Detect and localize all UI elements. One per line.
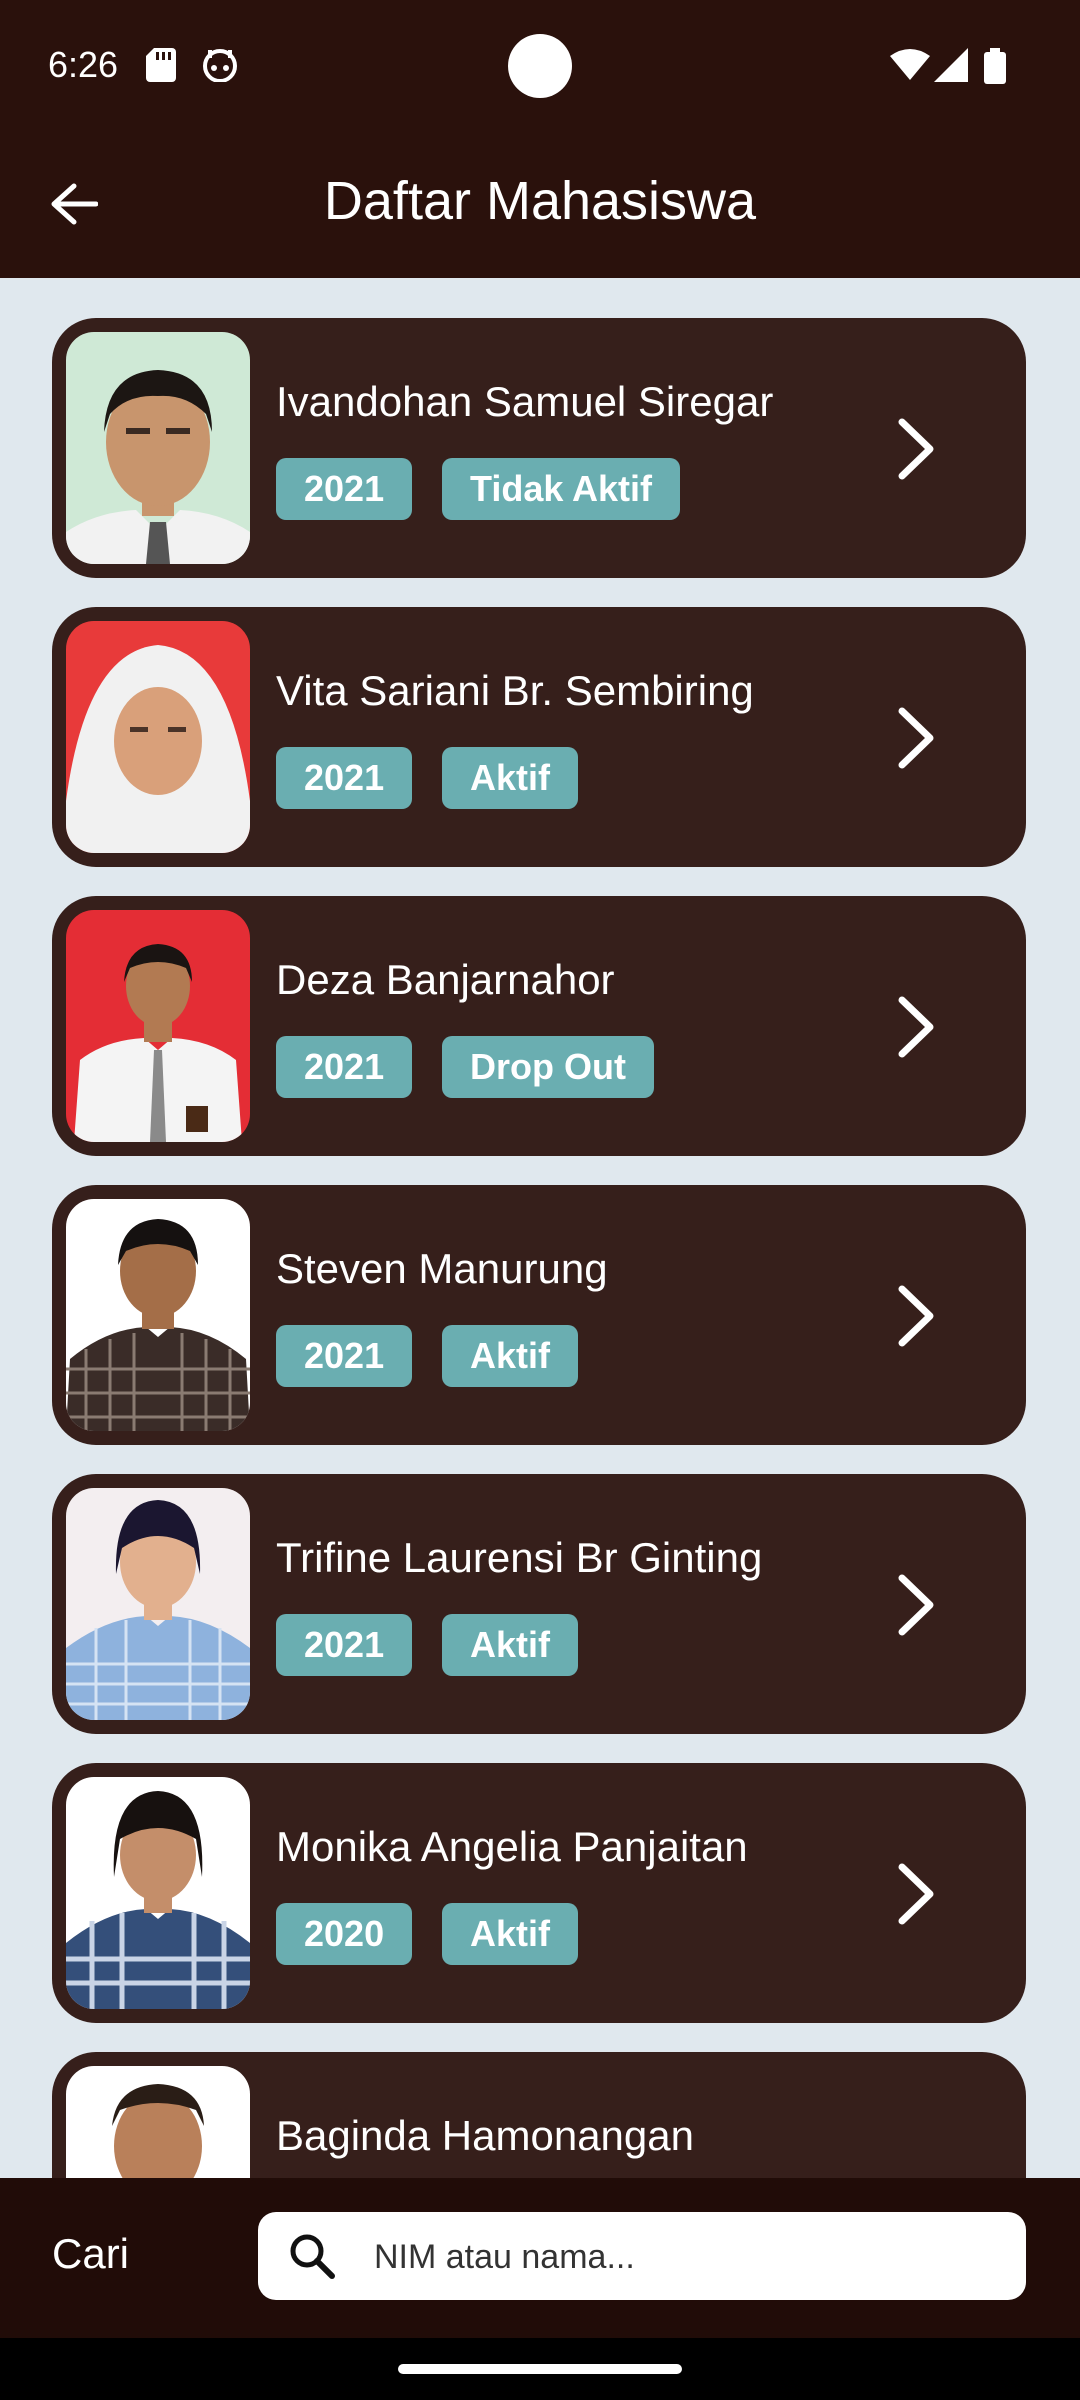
battery-icon	[984, 48, 1006, 84]
student-photo	[66, 621, 250, 853]
year-badge: 2021	[276, 458, 413, 520]
chevron-right-icon	[898, 418, 934, 480]
app-bar: Daftar Mahasiswa	[0, 130, 1080, 278]
status-badge: Aktif	[442, 1903, 578, 1965]
chevron-right-icon	[898, 707, 934, 769]
year-badge: 2021	[276, 1325, 413, 1387]
system-nav-bar	[0, 2338, 1080, 2400]
page-title: Daftar Mahasiswa	[323, 171, 757, 231]
status-bar: 6:26	[0, 0, 1080, 130]
student-card[interactable]: Baginda Hamonangan	[52, 2052, 1026, 2178]
student-name: Ivandohan Samuel Siregar	[276, 378, 774, 425]
year-badge: 2021	[276, 1614, 413, 1676]
student-name: Steven Manurung	[276, 1245, 608, 1292]
student-card[interactable]: Vita Sariani Br. Sembiring 2021 Aktif	[52, 607, 1026, 867]
student-card[interactable]: Ivandohan Samuel Siregar 2021 Tidak Akti…	[52, 318, 1026, 578]
student-photo	[66, 1199, 250, 1431]
search-input[interactable]	[372, 2212, 996, 2302]
sd-card-icon	[146, 48, 176, 82]
student-name: Trifine Laurensi Br Ginting	[276, 1534, 763, 1581]
student-photo	[66, 1488, 250, 1720]
chevron-right-icon	[898, 996, 934, 1058]
status-badge: Tidak Aktif	[442, 458, 681, 520]
status-badge: Aktif	[442, 1614, 578, 1676]
signal-icon	[934, 48, 968, 82]
student-photo	[66, 332, 250, 564]
status-badge: Drop Out	[442, 1036, 654, 1098]
student-photo	[66, 910, 250, 1142]
search-box[interactable]	[258, 2212, 1026, 2302]
student-name: Vita Sariani Br. Sembiring	[276, 667, 754, 714]
wifi-icon	[890, 49, 930, 80]
student-photo	[66, 1777, 250, 2009]
student-card[interactable]: Deza Banjarnahor 2021 Drop Out	[52, 896, 1026, 1156]
home-gesture-handle[interactable]	[398, 2364, 682, 2374]
search-label: Cari	[52, 2230, 130, 2277]
chevron-right-icon	[898, 1285, 934, 1347]
status-time: 6:26	[48, 44, 119, 85]
student-name: Deza Banjarnahor	[276, 956, 615, 1003]
front-camera	[508, 34, 572, 98]
status-badge: Aktif	[442, 1325, 578, 1387]
year-badge: 2021	[276, 1036, 413, 1098]
student-card[interactable]: Monika Angelia Panjaitan 2020 Aktif	[52, 1763, 1026, 2023]
chevron-right-icon	[898, 1863, 934, 1925]
student-photo	[66, 2066, 250, 2178]
status-badge: Aktif	[442, 747, 578, 809]
student-name: Baginda Hamonangan	[276, 2112, 694, 2159]
chevron-right-icon	[898, 1574, 934, 1636]
student-card[interactable]: Steven Manurung 2021 Aktif	[52, 1185, 1026, 1445]
year-badge: 2021	[276, 747, 413, 809]
student-card[interactable]: Trifine Laurensi Br Ginting 2021 Aktif	[52, 1474, 1026, 1734]
student-name: Monika Angelia Panjaitan	[276, 1823, 748, 1870]
student-list: Ivandohan Samuel Siregar 2021 Tidak Akti…	[0, 278, 1080, 2178]
android-head-icon	[203, 49, 237, 82]
search-bar: Cari	[0, 2178, 1080, 2338]
search-icon	[290, 2234, 335, 2279]
year-badge: 2020	[276, 1903, 413, 1965]
